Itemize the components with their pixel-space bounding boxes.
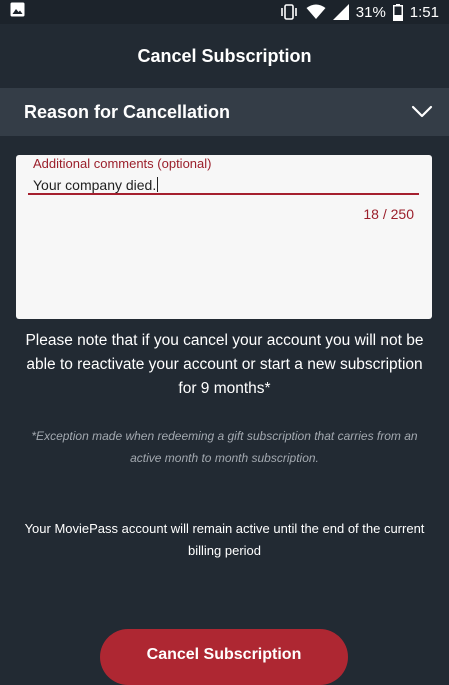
account-active-note: Your MoviePass account will remain activ… — [24, 521, 425, 558]
battery-percent: 31% — [355, 3, 386, 21]
comments-input[interactable]: Your company died. — [33, 177, 159, 193]
status-bar: 31% 1:51 — [0, 0, 449, 24]
comments-label: Additional comments (optional) — [33, 156, 212, 171]
exception-note: *Exception made when redeeming a gift su… — [31, 429, 418, 465]
chevron-down-icon[interactable] — [411, 105, 433, 119]
clock: 1:51 — [409, 3, 439, 21]
reason-dropdown[interactable]: Reason for Cancellation — [0, 88, 449, 136]
reason-label: Reason for Cancellation — [24, 101, 231, 122]
cancel-button-label: Cancel Subscription — [146, 646, 302, 663]
signal-icon — [332, 4, 349, 20]
cancellation-notice: Please note that if you cancel your acco… — [25, 332, 424, 397]
character-counter: 18 / 250 — [363, 206, 414, 222]
vibrate-icon — [279, 4, 299, 20]
cancel-subscription-button[interactable]: Cancel Subscription — [100, 629, 348, 685]
battery-icon — [392, 3, 403, 21]
additional-comments-field[interactable]: Additional comments (optional) Your comp… — [16, 155, 432, 319]
comments-value: Your company died. — [33, 177, 157, 193]
input-underline — [28, 193, 419, 195]
page-title: Cancel Subscription — [137, 45, 312, 66]
app-bar: Cancel Subscription — [0, 24, 449, 88]
wifi-icon — [306, 4, 326, 20]
text-cursor — [157, 177, 159, 192]
image-icon — [10, 2, 25, 22]
